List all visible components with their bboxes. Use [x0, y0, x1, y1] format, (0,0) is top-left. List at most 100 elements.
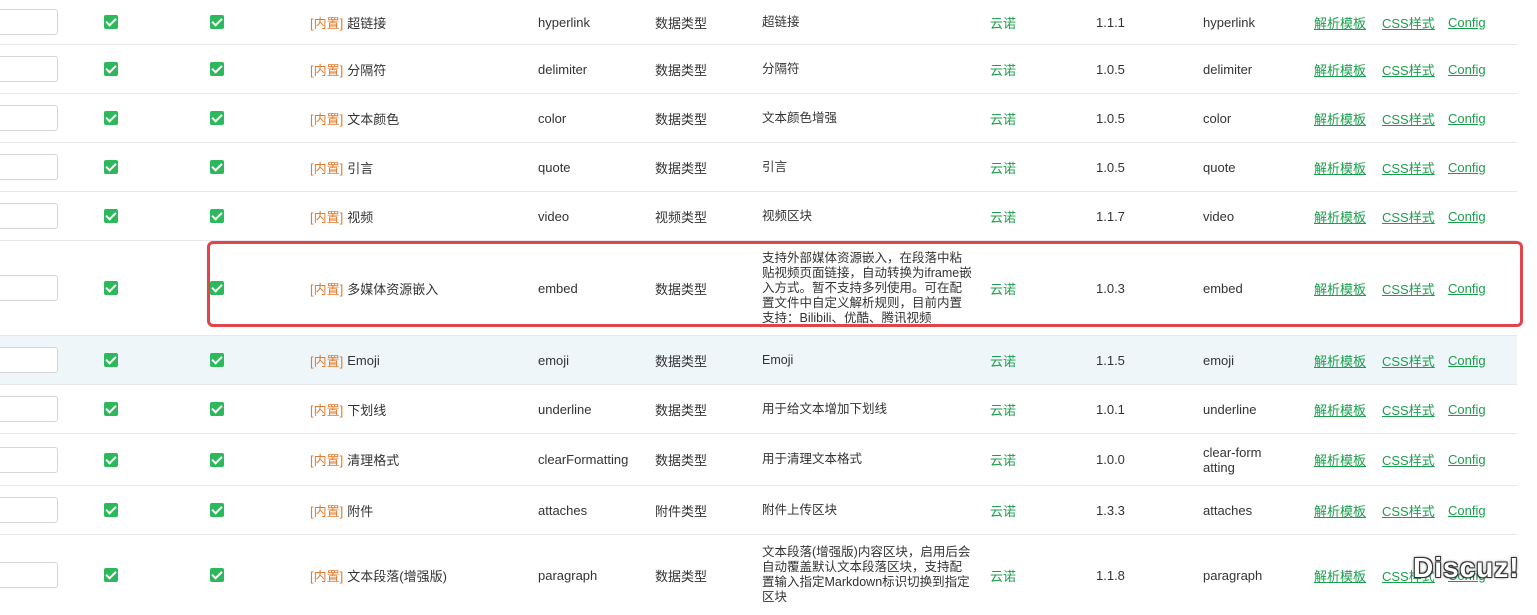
plugin-class: color: [1203, 110, 1232, 126]
enable-checkbox[interactable]: [104, 281, 118, 295]
plugin-description: 文本颜色增强: [762, 110, 838, 125]
available-checkbox[interactable]: [210, 15, 224, 29]
css-style-link[interactable]: CSS样式: [1382, 60, 1435, 79]
plugin-description: 支持外部媒体资源嵌入，在段落中粘贴视频页面链接，自动转换为iframe嵌入方式。…: [762, 250, 972, 325]
enable-checkbox[interactable]: [104, 568, 118, 582]
builtin-tag: [内置]: [310, 111, 344, 127]
plugin-class: video: [1203, 208, 1235, 224]
plugin-description: Emoji: [762, 352, 794, 367]
builtin-tag: [内置]: [310, 402, 344, 418]
parse-template-link[interactable]: 解析模板: [1314, 450, 1366, 469]
config-link[interactable]: Config: [1448, 209, 1486, 224]
plugin-name: 超链接: [347, 15, 387, 31]
available-checkbox[interactable]: [210, 353, 224, 367]
css-style-link[interactable]: CSS样式: [1382, 400, 1435, 419]
plugin-class: delimiter: [1203, 61, 1253, 77]
parse-template-link[interactable]: 解析模板: [1314, 400, 1366, 419]
available-checkbox[interactable]: [210, 402, 224, 416]
order-input[interactable]: [0, 347, 58, 373]
plugin-class: emoji: [1203, 352, 1235, 368]
parse-template-link[interactable]: 解析模板: [1314, 158, 1366, 177]
order-input[interactable]: [0, 275, 58, 301]
available-checkbox[interactable]: [210, 160, 224, 174]
order-input[interactable]: [0, 446, 58, 473]
plugin-version: 1.1.8: [1096, 567, 1125, 583]
plugin-description: 用于给文本增加下划线: [762, 401, 888, 416]
enable-checkbox[interactable]: [104, 503, 118, 517]
css-style-link[interactable]: CSS样式: [1382, 501, 1435, 520]
enable-checkbox[interactable]: [104, 62, 118, 76]
enable-checkbox[interactable]: [104, 111, 118, 125]
order-input[interactable]: [0, 9, 58, 35]
available-checkbox[interactable]: [210, 62, 224, 76]
config-link[interactable]: Config: [1448, 452, 1486, 467]
config-link[interactable]: Config: [1448, 503, 1486, 518]
parse-template-link[interactable]: 解析模板: [1314, 60, 1366, 79]
enable-checkbox[interactable]: [104, 452, 118, 467]
parse-template-link[interactable]: 解析模板: [1314, 566, 1366, 585]
available-checkbox[interactable]: [210, 503, 224, 517]
plugin-name: 附件: [347, 503, 374, 519]
css-style-link[interactable]: CSS样式: [1382, 13, 1435, 32]
css-style-link[interactable]: CSS样式: [1382, 158, 1435, 177]
order-input[interactable]: [0, 105, 58, 131]
order-input[interactable]: [0, 154, 58, 180]
plugin-type: 附件类型: [655, 503, 708, 519]
css-style-link[interactable]: CSS样式: [1382, 279, 1435, 298]
plugin-author: 云诺: [990, 503, 1017, 519]
config-link[interactable]: Config: [1448, 62, 1486, 77]
parse-template-link[interactable]: 解析模板: [1314, 13, 1366, 32]
order-input[interactable]: [0, 562, 58, 588]
plugin-class: attaches: [1203, 502, 1253, 518]
enable-checkbox[interactable]: [104, 353, 118, 367]
plugin-type: 数据类型: [655, 281, 708, 297]
plugin-name: 多媒体资源嵌入: [347, 281, 439, 297]
plugin-author: 云诺: [990, 281, 1017, 297]
parse-template-link[interactable]: 解析模板: [1314, 501, 1366, 520]
enable-checkbox[interactable]: [104, 209, 118, 223]
config-link[interactable]: Config: [1448, 353, 1486, 368]
config-link[interactable]: Config: [1448, 111, 1486, 126]
config-link[interactable]: Config: [1448, 281, 1486, 296]
plugin-author: 云诺: [990, 453, 1017, 468]
plugin-version: 1.0.0: [1096, 452, 1125, 467]
order-input[interactable]: [0, 56, 58, 82]
available-checkbox[interactable]: [210, 111, 224, 125]
plugin-version: 1.0.5: [1096, 61, 1125, 77]
enable-checkbox[interactable]: [104, 402, 118, 416]
plugin-identifier: hyperlink: [538, 14, 591, 30]
plugin-identifier: paragraph: [538, 567, 598, 583]
plugin-identifier: color: [538, 110, 567, 126]
available-checkbox[interactable]: [210, 452, 224, 467]
plugin-author: 云诺: [990, 568, 1017, 584]
plugin-name: 引言: [347, 160, 374, 176]
parse-template-link[interactable]: 解析模板: [1314, 109, 1366, 128]
order-input[interactable]: [0, 203, 58, 229]
plugin-version: 1.0.1: [1096, 401, 1125, 417]
parse-template-link[interactable]: 解析模板: [1314, 351, 1366, 370]
plugin-name: Emoji: [347, 352, 380, 368]
parse-template-link[interactable]: 解析模板: [1314, 279, 1366, 298]
order-input[interactable]: [0, 497, 58, 523]
css-style-link[interactable]: CSS样式: [1382, 450, 1435, 469]
builtin-tag: [内置]: [310, 453, 344, 468]
plugin-version: 1.0.5: [1096, 159, 1125, 175]
enable-checkbox[interactable]: [104, 160, 118, 174]
available-checkbox[interactable]: [210, 568, 224, 582]
css-style-link[interactable]: CSS样式: [1382, 109, 1435, 128]
plugin-version: 1.1.5: [1096, 352, 1125, 368]
plugin-description: 文本段落(增强版)内容区块，启用后会自动覆盖默认文本段落区块，支持配置输入指定M…: [762, 545, 971, 604]
available-checkbox[interactable]: [210, 209, 224, 223]
enable-checkbox[interactable]: [104, 15, 118, 29]
plugin-author: 云诺: [990, 111, 1017, 127]
parse-template-link[interactable]: 解析模板: [1314, 207, 1366, 226]
plugin-type: 数据类型: [655, 111, 708, 127]
plugin-type: 数据类型: [655, 160, 708, 176]
config-link[interactable]: Config: [1448, 160, 1486, 175]
available-checkbox[interactable]: [210, 281, 224, 295]
order-input[interactable]: [0, 396, 58, 422]
config-link[interactable]: Config: [1448, 15, 1486, 30]
config-link[interactable]: Config: [1448, 402, 1486, 417]
css-style-link[interactable]: CSS样式: [1382, 207, 1435, 226]
css-style-link[interactable]: CSS样式: [1382, 351, 1435, 370]
